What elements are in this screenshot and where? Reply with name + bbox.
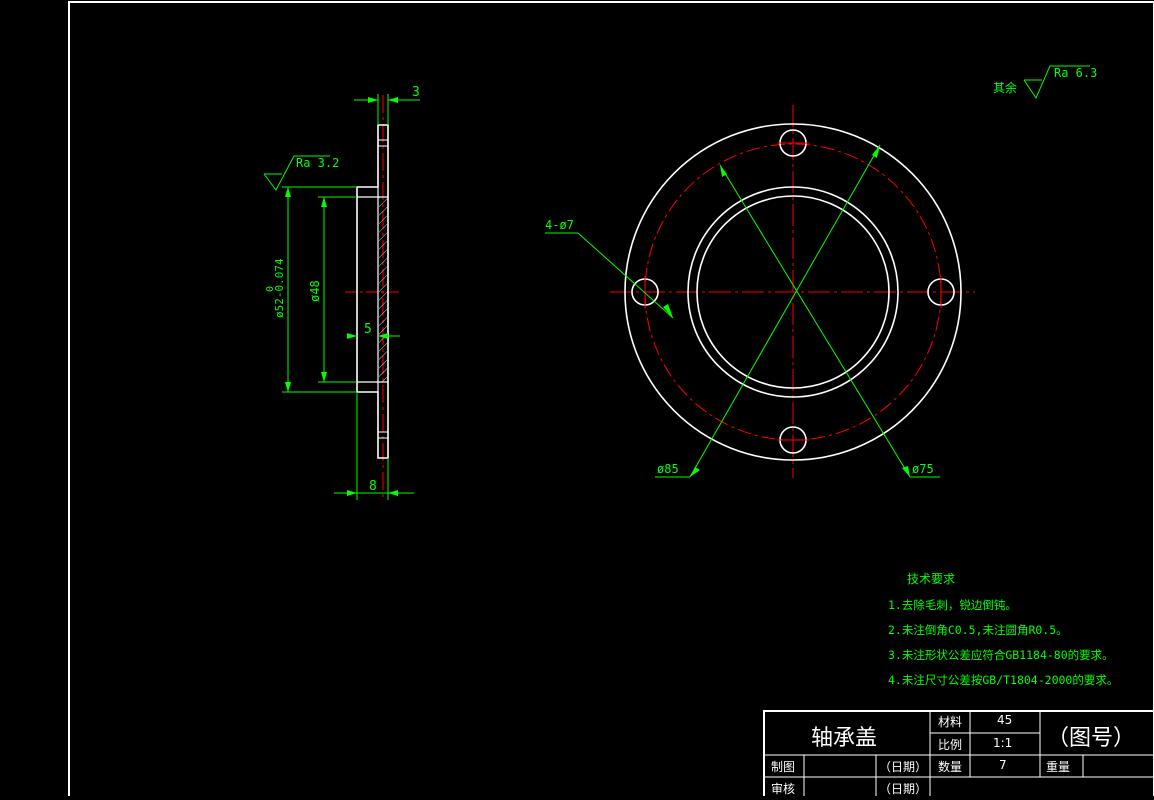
dim-pcd-75: ø75 <box>912 462 934 476</box>
tech-req-item-2: 2.未注倒角C0.5,未注圆角R0.5。 <box>888 623 1068 637</box>
tech-req-item-4: 4.未注尺寸公差按GB/T1804-2000的要求。 <box>888 673 1118 687</box>
drawing-number: （图号） <box>1047 726 1136 751</box>
part-name: 轴承盖 <box>811 726 878 751</box>
drawn-label: 制图 <box>771 760 796 774</box>
tech-req-item-1: 1.去除毛刺，锐边倒钝。 <box>888 598 1017 612</box>
tech-req-title: 技术要求 <box>907 572 955 586</box>
date-label-1: （日期） <box>879 760 928 774</box>
material-value: 45 <box>997 713 1013 727</box>
tech-requirements: 技术要求 1.去除毛刺，锐边倒钝。 2.未注倒角C0.5,未注圆角R0.5。 3… <box>888 572 1118 687</box>
dim-outer-upper-tol: 0 <box>265 286 276 292</box>
tech-req-item-3: 3.未注形状公差应符合GB1184-80的要求。 <box>888 648 1114 662</box>
side-view: Ra 3.2 3 ø52-0.074 0 ø48 5 8 <box>263 85 420 500</box>
date-label-2: （日期） <box>879 782 928 796</box>
cad-drawing-canvas: Ra 3.2 3 ø52-0.074 0 ø48 5 8 4-ø7 ø85 ø7… <box>0 0 1154 800</box>
checked-label: 审核 <box>771 782 796 796</box>
dim-bottom-8: 8 <box>369 479 377 494</box>
material-label: 材料 <box>938 715 963 729</box>
dim-inner-dia: ø48 <box>308 280 322 302</box>
scale-label: 比例 <box>938 738 963 752</box>
weight-label: 重量 <box>1046 760 1071 774</box>
quantity-value: 7 <box>999 758 1007 772</box>
dim-step-5: 5 <box>364 322 372 337</box>
holes-label: 4-ø7 <box>545 218 574 232</box>
scale-value: 1:1 <box>993 736 1013 750</box>
drawing-svg: Ra 3.2 3 ø52-0.074 0 ø48 5 8 4-ø7 ø85 ø7… <box>68 1 1154 800</box>
front-view: 4-ø7 ø85 ø75 <box>545 65 1090 478</box>
side-ra-label: Ra 3.2 <box>296 156 339 170</box>
title-block: 轴承盖 材料 45 比例 1:1 （图号） 制图 （日期） 数量 7 重量 审核… <box>763 710 1154 796</box>
surface-note-ra: Ra 6.3 <box>1054 66 1097 80</box>
surface-note-label: 其余 <box>993 80 1017 95</box>
dim-top-3: 3 <box>412 85 420 100</box>
dim-outer-85: ø85 <box>657 462 679 476</box>
quantity-label: 数量 <box>938 760 963 774</box>
